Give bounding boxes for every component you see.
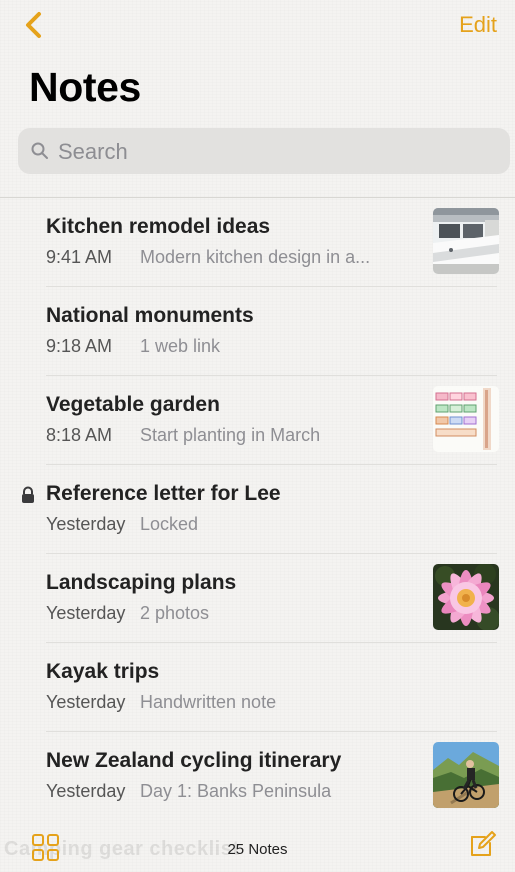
search-bar[interactable]	[18, 128, 510, 176]
note-preview: 1 web link	[140, 336, 221, 356]
note-preview: Start planting in March	[140, 425, 321, 445]
chevron-left-icon[interactable]	[18, 8, 52, 42]
lock-icon	[22, 486, 34, 503]
note-row-landscaping-plans[interactable]: Landscaping plans Yesterday 2 photos	[0, 554, 515, 643]
note-time: 8:18 AM	[46, 425, 113, 445]
search-icon	[31, 142, 48, 159]
note-time: Yesterday	[46, 692, 126, 712]
note-preview: Modern kitchen design in a...	[140, 247, 371, 267]
note-row-reference-letter[interactable]: Reference letter for Lee Yesterday Locke…	[0, 465, 515, 554]
navigation-bar: Edit	[0, 0, 515, 56]
notes-count: 25 Notes	[227, 841, 288, 858]
note-time: 9:41 AM	[46, 247, 113, 267]
page-title: Notes	[29, 64, 141, 110]
notes-list: Kitchen remodel ideas 9:41 AM Modern kit…	[0, 198, 515, 818]
note-row-new-zealand-cycling[interactable]: New Zealand cycling itinerary Yesterday …	[0, 732, 515, 818]
note-title: New Zealand cycling itinerary	[46, 749, 342, 772]
flower-photo-thumbnail	[433, 564, 499, 630]
note-title: Kitchen remodel ideas	[46, 215, 271, 238]
note-time: Yesterday	[46, 514, 126, 534]
bottom-toolbar: Camping gear checklist 25 Notes	[0, 818, 515, 872]
note-title: National monuments	[46, 304, 254, 327]
note-time: 9:18 AM	[46, 336, 113, 356]
compose-icon[interactable]	[467, 829, 498, 860]
note-title: Kayak trips	[46, 660, 160, 683]
note-preview: Day 1: Banks Peninsula	[140, 781, 332, 801]
garden-sketch-thumbnail	[433, 386, 499, 452]
note-row-national-monuments[interactable]: National monuments 9:18 AM 1 web link	[0, 287, 515, 376]
edit-button[interactable]: Edit	[459, 12, 497, 38]
note-row-vegetable-garden[interactable]: Vegetable garden 8:18 AM Start planting …	[0, 376, 515, 465]
note-time: Yesterday	[46, 603, 126, 623]
note-title: Landscaping plans	[46, 571, 237, 594]
note-preview: 2 photos	[140, 603, 210, 623]
note-title: Vegetable garden	[46, 393, 220, 416]
note-row-kitchen-remodel[interactable]: Kitchen remodel ideas 9:41 AM Modern kit…	[0, 198, 515, 287]
note-preview: Locked	[140, 514, 199, 534]
kitchen-photo-thumbnail	[433, 208, 499, 274]
cycling-photo-thumbnail	[433, 742, 499, 808]
note-row-kayak-trips[interactable]: Kayak trips Yesterday Handwritten note	[0, 643, 515, 732]
note-time: Yesterday	[46, 781, 126, 801]
search-input[interactable]	[56, 128, 500, 176]
note-preview: Handwritten note	[140, 692, 277, 712]
note-title: Reference letter for Lee	[46, 482, 281, 505]
